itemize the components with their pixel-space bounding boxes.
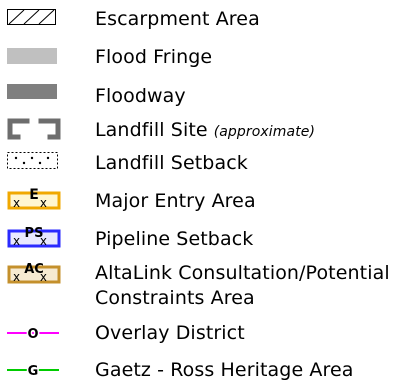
overlay-district-line-icon: O bbox=[7, 321, 63, 345]
legend-label-landfill-site: Landfill Site bbox=[95, 119, 208, 141]
landfill-site-bracket-icon bbox=[7, 118, 63, 140]
map-legend: Escarpment Area Flood Fringe Floodway La… bbox=[0, 0, 397, 385]
legend-label-pipeline-setback: Pipeline Setback bbox=[95, 228, 254, 250]
escarpment-hatch-icon bbox=[7, 9, 63, 29]
legend-label-flood-fringe: Flood Fringe bbox=[95, 46, 213, 68]
legend-label-landfill-setback: Landfill Setback bbox=[95, 152, 248, 174]
legend-label-floodway: Floodway bbox=[95, 85, 186, 107]
legend-label-heritage-area: Gaetz - Ross Heritage Area bbox=[95, 359, 354, 381]
major-entry-area-icon: E x x bbox=[7, 185, 63, 213]
floodway-swatch-icon bbox=[7, 84, 63, 104]
legend-label-altalink-line1: AltaLink Consultation/Potential bbox=[95, 262, 390, 284]
legend-label-altalink-line2: Constraints Area bbox=[95, 287, 255, 309]
legend-label-overlay-district: Overlay District bbox=[95, 322, 245, 344]
major-entry-marks: x x bbox=[13, 196, 55, 210]
landfill-setback-dotted-icon bbox=[7, 152, 63, 172]
legend-note-approximate: (approximate) bbox=[213, 124, 316, 140]
flood-fringe-swatch-icon bbox=[7, 48, 63, 68]
heritage-area-symbol-text: G bbox=[28, 364, 39, 379]
pipeline-setback-icon: PS x x bbox=[7, 223, 63, 251]
legend-label-major-entry-area: Major Entry Area bbox=[95, 190, 256, 212]
pipeline-setback-marks: x x bbox=[13, 234, 55, 248]
legend-label-escarpment-area: Escarpment Area bbox=[95, 8, 260, 30]
altalink-marks: x x bbox=[13, 270, 55, 284]
overlay-district-symbol-text: O bbox=[27, 327, 38, 342]
heritage-area-line-icon: G bbox=[7, 358, 63, 382]
altalink-area-icon: AC x x bbox=[7, 259, 63, 287]
